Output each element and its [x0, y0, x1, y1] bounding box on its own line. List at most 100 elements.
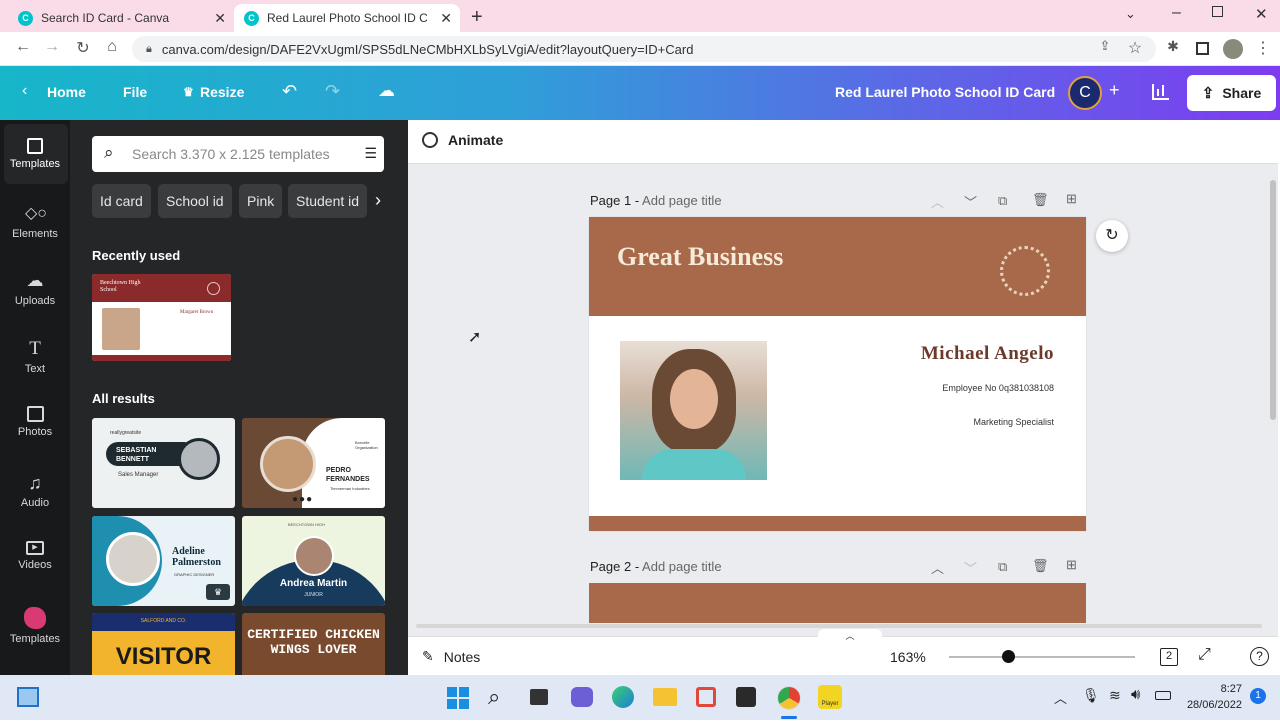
rail-item-text[interactable]: T Text — [0, 339, 70, 376]
rail-item-templates-app[interactable]: Templates — [0, 607, 70, 645]
share-page-icon[interactable]: ⇪ — [1094, 38, 1116, 54]
wifi-icon[interactable]: ≋ — [1109, 687, 1121, 704]
search-icon[interactable]: ⌕ — [488, 684, 500, 710]
home-icon[interactable]: ⌂ — [101, 38, 123, 56]
notification-badge[interactable]: 1 — [1250, 688, 1266, 704]
extensions-icon[interactable]: ✱ — [1162, 38, 1184, 55]
id-card-page-1[interactable]: Great Business Michael Angelo Employee N… — [589, 217, 1086, 531]
page-1-title[interactable]: Page 1 - Add page title — [590, 193, 722, 208]
forward-icon[interactable]: → — [41, 38, 63, 56]
teams-chat-icon[interactable] — [571, 687, 593, 707]
result-thumb-andrea[interactable]: BEECHTOWN HIGH Andrea Martin JUNIOR — [242, 516, 385, 606]
chrome-icon[interactable] — [777, 686, 801, 710]
employee-name[interactable]: Michael Angelo — [921, 343, 1054, 365]
refresh-comment-button[interactable]: ↻ — [1096, 220, 1128, 252]
close-window-icon[interactable]: ✕ — [1255, 5, 1268, 23]
result-thumb-pedro[interactable]: Borcelle Organization PEDRO FERNANDES Ti… — [242, 418, 385, 508]
delete-page-icon[interactable]: 🗑︎ — [1032, 192, 1049, 208]
notes-button[interactable]: ✎ Notes — [422, 648, 480, 665]
result-thumb-chicken[interactable]: CERTIFIED CHICKEN WINGS LOVER — [242, 613, 385, 675]
profile-avatar[interactable] — [1223, 39, 1243, 59]
browser-tab-active[interactable]: C Red Laurel Photo School ID Card ✕ — [234, 4, 460, 32]
result-thumb-sebastian[interactable]: reallygreatsite SEBASTIAN BENNETT Sales … — [92, 418, 235, 508]
result-thumb-visitor[interactable]: SALFORD AND CO. VISITOR — [92, 613, 235, 675]
result-thumb-adeline[interactable]: Adeline Palmerston GRAPHIC DESIGNER ♛ — [92, 516, 235, 606]
help-icon[interactable]: ? — [1250, 647, 1269, 666]
employee-number[interactable]: Employee No 0q381038108 — [942, 383, 1054, 393]
duplicate-page-icon[interactable]: ⧉ — [998, 193, 1007, 209]
template-search-input[interactable]: ⌕ Search 3.370 x 2.125 templates ☰ — [92, 136, 384, 172]
address-bar[interactable]: 🔒︎ canva.com/design/DAFE2VxUgmI/SPS5dLNe… — [132, 36, 1156, 62]
player-app-icon[interactable]: Player — [818, 685, 842, 709]
microphone-icon[interactable]: 🎙︎ — [1082, 687, 1100, 704]
zoom-percent[interactable]: 163% — [890, 649, 926, 665]
close-tab-icon[interactable]: ✕ — [440, 10, 452, 27]
home-button[interactable]: Home — [47, 84, 86, 100]
clock-time[interactable]: 8:27 — [1184, 683, 1242, 695]
move-page-down-icon[interactable]: ﹀ — [964, 192, 977, 211]
side-panel-icon[interactable] — [1196, 42, 1209, 55]
rail-item-audio[interactable]: ♫ Audio — [0, 473, 70, 509]
rail-item-uploads[interactable]: ☁︎ Uploads — [0, 271, 70, 307]
cloud-saved-icon[interactable]: ☁︎ — [378, 81, 395, 101]
start-windows-icon[interactable] — [447, 687, 469, 709]
battery-icon[interactable] — [1155, 691, 1171, 700]
chip-id-card[interactable]: Id card — [92, 184, 151, 218]
chips-next-chevron-icon[interactable]: › — [375, 190, 381, 211]
file-menu-button[interactable]: File — [123, 84, 147, 100]
laurel-wreath-icon[interactable] — [1000, 246, 1050, 296]
employee-position[interactable]: Marketing Specialist — [973, 417, 1054, 427]
id-card-page-2[interactable] — [589, 583, 1086, 623]
volume-icon[interactable]: 🔊︎ — [1131, 686, 1140, 703]
reload-icon[interactable]: ↻ — [72, 38, 94, 58]
add-page-icon[interactable]: ⊞ — [1066, 557, 1077, 573]
back-icon[interactable]: ← — [12, 38, 34, 56]
move-page-down-icon[interactable]: ﹀ — [964, 558, 977, 577]
share-button[interactable]: ⇪ Share — [1187, 75, 1276, 111]
card-company-name[interactable]: Great Business — [617, 242, 783, 272]
new-tab-icon[interactable]: + — [471, 6, 483, 29]
move-page-up-icon[interactable]: ︿ — [931, 192, 944, 211]
widgets-icon[interactable] — [17, 687, 39, 707]
tray-chevron-icon[interactable]: ︿ — [1054, 688, 1067, 707]
snipping-tool-icon[interactable] — [696, 687, 716, 707]
rail-item-elements[interactable]: ◇○ Elements — [0, 204, 70, 240]
undo-icon[interactable]: ↶ — [282, 81, 297, 102]
chip-school-id[interactable]: School id — [158, 184, 232, 218]
task-view-icon[interactable] — [530, 689, 548, 705]
tab-search-chevron-icon[interactable]: ⌄ — [1125, 6, 1136, 22]
filter-sliders-icon[interactable]: ☰ — [364, 145, 376, 162]
edge-icon[interactable] — [612, 686, 634, 708]
back-home-chevron-icon[interactable]: ‹ — [22, 82, 27, 100]
redo-icon[interactable]: ↷ — [325, 81, 340, 102]
page-2-title[interactable]: Page 2 - Add page title — [590, 559, 722, 574]
rail-item-videos[interactable]: ▶ Videos — [0, 541, 70, 571]
document-title[interactable]: Red Laurel Photo School ID Card — [835, 84, 1055, 100]
chip-pink[interactable]: Pink — [239, 184, 283, 218]
rail-item-photos[interactable]: Photos — [0, 406, 70, 438]
bookmark-star-icon[interactable]: ☆ — [1124, 38, 1146, 58]
clock-date[interactable]: 28/06/2022 — [1184, 699, 1242, 711]
recent-template-thumb[interactable]: Beechtown High School Margaret Brown — [92, 274, 231, 361]
rail-item-templates[interactable]: Templates — [0, 138, 70, 170]
fullscreen-icon[interactable]: ⤢ — [1198, 646, 1211, 664]
vertical-scrollbar[interactable] — [1270, 180, 1276, 420]
move-page-up-icon[interactable]: ︿ — [931, 558, 944, 577]
delete-page-icon[interactable]: 🗑︎ — [1032, 558, 1049, 574]
resize-button[interactable]: Resize — [200, 84, 244, 100]
zoom-slider-handle[interactable] — [1002, 650, 1015, 663]
show-pages-tab[interactable]: ︿ — [818, 629, 882, 641]
browser-tab-search[interactable]: C Search ID Card - Canva ✕ — [8, 4, 234, 32]
file-explorer-icon[interactable] — [653, 688, 677, 706]
browser-menu-icon[interactable]: ⋮ — [1252, 38, 1274, 58]
duplicate-page-icon[interactable]: ⧉ — [998, 559, 1007, 575]
collaborator-avatar[interactable]: C — [1068, 76, 1102, 110]
more-options-icon[interactable]: ●●● — [292, 494, 313, 505]
animate-button[interactable]: Animate — [422, 132, 503, 148]
minimize-icon[interactable]: – — [1172, 4, 1181, 22]
sticky-notes-icon[interactable] — [736, 687, 756, 707]
add-page-icon[interactable]: ⊞ — [1066, 191, 1077, 207]
restore-icon[interactable] — [1212, 6, 1223, 17]
horizontal-scrollbar[interactable] — [416, 624, 1262, 628]
chip-student-id[interactable]: Student id — [288, 184, 368, 218]
